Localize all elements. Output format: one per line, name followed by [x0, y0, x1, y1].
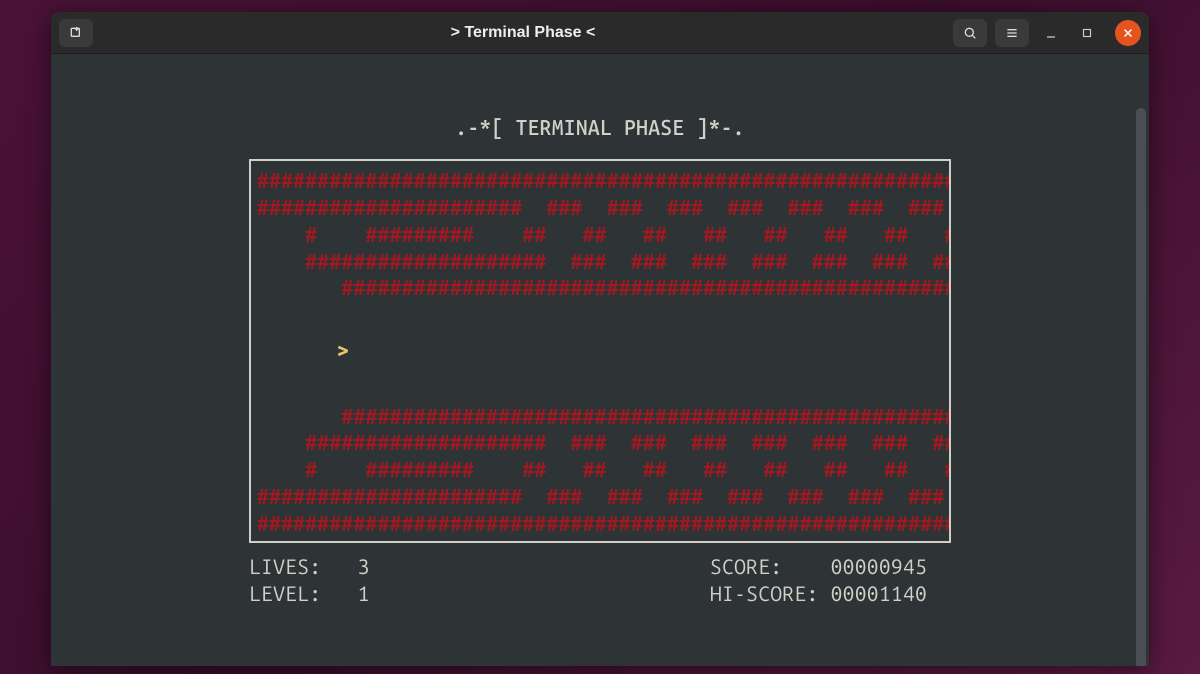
new-tab-button[interactable]: [59, 19, 93, 47]
terrain-top: ########################################…: [257, 167, 943, 301]
score-value: 00000945: [831, 554, 927, 578]
terminal-window: > Terminal Phase < .-*[ TERMINAL PHASE ]…: [51, 12, 1149, 666]
stats-left-2: LEVEL: 1: [249, 580, 600, 607]
stats-right-2: HI-SCORE: 00001140: [600, 580, 951, 607]
terminal-viewport[interactable]: .-*[ TERMINAL PHASE ]*-. ###############…: [51, 54, 1149, 666]
player-ship: >: [337, 336, 349, 363]
level-value: 1: [358, 581, 370, 605]
level-label: LEVEL:: [249, 581, 321, 605]
menu-button[interactable]: [995, 19, 1029, 47]
close-icon: [1121, 26, 1135, 40]
window-title: > Terminal Phase <: [101, 24, 945, 42]
new-tab-icon: [68, 25, 84, 41]
hiscore-label: HI-SCORE:: [710, 581, 819, 605]
game-banner: .-*[ TERMINAL PHASE ]*-.: [71, 114, 1129, 141]
minimize-icon: [1043, 25, 1059, 41]
stats-right-1: SCORE: 00000945: [600, 553, 951, 580]
maximize-button[interactable]: [1073, 19, 1101, 47]
terrain-bottom: ########################################…: [257, 403, 951, 537]
search-icon: [962, 25, 978, 41]
maximize-icon: [1080, 26, 1094, 40]
close-button[interactable]: [1115, 20, 1141, 46]
stats-panel: LIVES: 3 SCORE: 00000945 LEVEL: 1 HI-SCO…: [249, 553, 951, 607]
scrollbar[interactable]: [1136, 108, 1146, 666]
game-playfield: ########################################…: [249, 159, 951, 543]
search-button[interactable]: [953, 19, 987, 47]
title-bar: > Terminal Phase <: [51, 12, 1149, 54]
hiscore-value: 00001140: [831, 581, 927, 605]
titlebar-actions: [953, 19, 1141, 47]
lives-value: 3: [358, 554, 370, 578]
hamburger-icon: [1004, 25, 1020, 41]
stats-left: LIVES: 3: [249, 553, 600, 580]
minimize-button[interactable]: [1037, 19, 1065, 47]
lives-label: LIVES:: [249, 554, 321, 578]
score-label: SCORE:: [710, 554, 782, 578]
